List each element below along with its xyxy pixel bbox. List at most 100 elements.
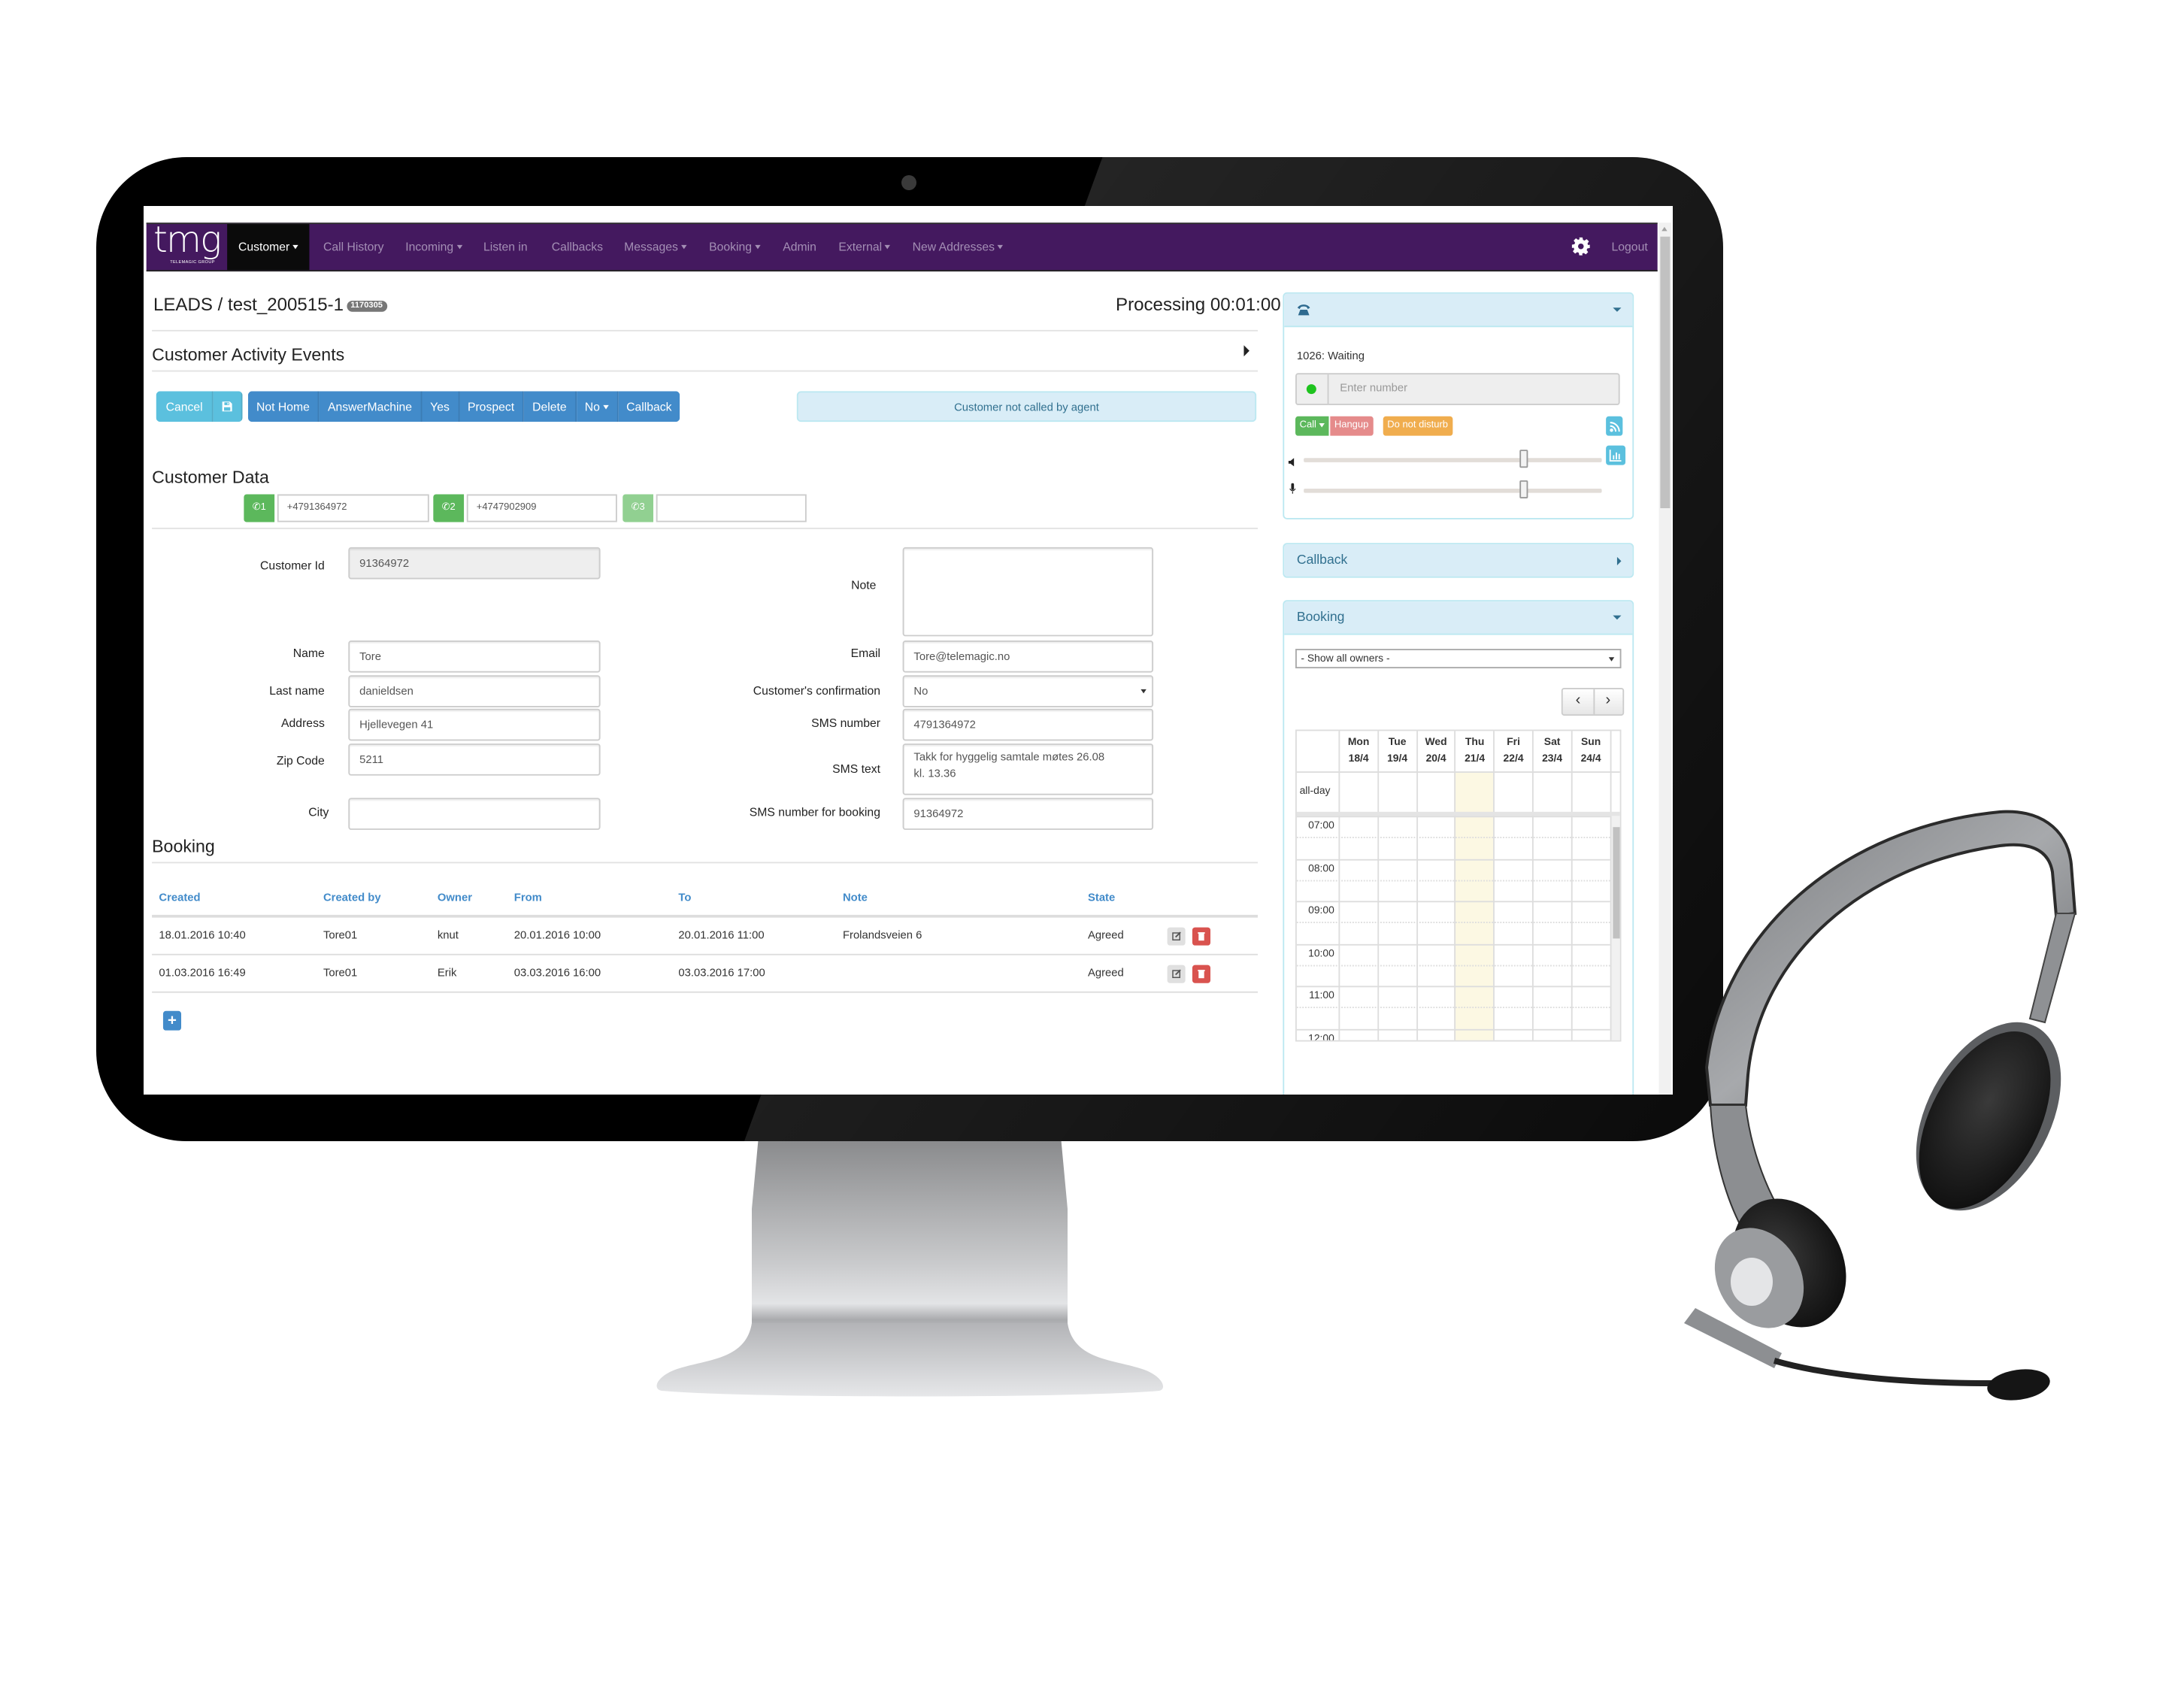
- expand-arrow-icon[interactable]: [1243, 345, 1250, 357]
- add-booking-button[interactable]: +: [162, 1010, 182, 1031]
- status-dot-icon: [1306, 384, 1316, 395]
- day-header[interactable]: Mon 18/4: [1338, 731, 1377, 772]
- call-phone-3-button[interactable]: ✆3: [622, 494, 654, 522]
- no-dropdown-button[interactable]: No: [576, 391, 619, 422]
- save-button[interactable]: [214, 391, 244, 422]
- nav-customer[interactable]: Customer: [227, 224, 310, 271]
- column-header-owner[interactable]: Owner: [438, 891, 472, 904]
- column-header-from[interactable]: From: [514, 891, 542, 904]
- monitor-stand-base: [656, 1323, 1164, 1397]
- column-header-state[interactable]: State: [1088, 891, 1115, 904]
- day-header[interactable]: Thu 21/4: [1454, 731, 1493, 772]
- collapse-caret-icon[interactable]: [1613, 307, 1622, 312]
- day-header[interactable]: Tue 19/4: [1377, 731, 1416, 772]
- address-field[interactable]: Hjellevegen 41: [348, 708, 601, 741]
- zip-code-label: Zip Code: [276, 753, 325, 768]
- do-not-disturb-button[interactable]: Do not disturb: [1383, 416, 1452, 436]
- day-date: 21/4: [1465, 752, 1486, 765]
- prospect-button[interactable]: Prospect: [459, 391, 525, 422]
- stats-button[interactable]: [1606, 445, 1626, 465]
- nav-admin[interactable]: Admin: [783, 224, 816, 270]
- last-name-field[interactable]: danieldsen: [348, 675, 601, 707]
- nav-listen-in[interactable]: Listen in: [483, 224, 528, 270]
- column-header-created[interactable]: Created: [159, 891, 200, 904]
- page-scrollbar-thumb[interactable]: [1660, 236, 1671, 508]
- call-phone-2-button[interactable]: ✆2: [433, 494, 465, 522]
- phone-3-input[interactable]: [656, 494, 807, 522]
- call-button[interactable]: Call: [1295, 416, 1329, 436]
- microphone-slider-handle[interactable]: [1519, 480, 1529, 499]
- expand-caret-icon[interactable]: [1616, 556, 1622, 565]
- nav-messages[interactable]: Messages: [624, 224, 687, 270]
- nav-call-history[interactable]: Call History: [323, 224, 383, 270]
- delete-booking-button[interactable]: [1192, 927, 1211, 946]
- sms-booking-number-field[interactable]: 91364972: [902, 798, 1154, 830]
- nav-new-addresses[interactable]: New Addresses: [913, 224, 1004, 270]
- note-textarea[interactable]: [902, 547, 1154, 637]
- day-header[interactable]: Sat 23/4: [1531, 731, 1571, 772]
- collapse-caret-icon[interactable]: [1613, 615, 1622, 620]
- header-border: [1296, 771, 1620, 773]
- not-home-button[interactable]: Not Home: [247, 391, 320, 422]
- column-header-to[interactable]: To: [678, 891, 691, 904]
- dial-number-input[interactable]: Enter number: [1340, 381, 1407, 394]
- prev-week-button[interactable]: ‹: [1563, 689, 1595, 715]
- day-header[interactable]: Wed 20/4: [1416, 731, 1454, 772]
- edit-icon: [1172, 931, 1181, 941]
- nav-booking[interactable]: Booking: [709, 224, 761, 270]
- softphone-panel-header[interactable]: [1284, 293, 1633, 328]
- day-header[interactable]: Sun 24/4: [1571, 731, 1609, 772]
- column-header-created-by[interactable]: Created by: [323, 891, 381, 904]
- time-label: 10:00: [1308, 946, 1334, 959]
- nav-callbacks[interactable]: Callbacks: [552, 224, 603, 270]
- callback-button[interactable]: Callback: [618, 391, 680, 422]
- owner-select[interactable]: - Show all owners -: [1295, 649, 1622, 669]
- sms-text-textarea[interactable]: Takk for hyggelig samtale møtes 26.08 kl…: [902, 743, 1154, 795]
- zip-code-field[interactable]: 5211: [348, 743, 601, 776]
- phone-2-input[interactable]: +4747902909: [466, 494, 617, 522]
- call-phone-1-button[interactable]: ✆1: [244, 494, 275, 522]
- caret-down-icon: [754, 245, 761, 250]
- volume-slider-handle[interactable]: [1519, 450, 1529, 468]
- calendar-scrollbar-thumb[interactable]: [1612, 827, 1620, 939]
- divider: [152, 370, 1259, 372]
- city-label: City: [308, 804, 329, 819]
- callback-panel-header[interactable]: Callback: [1284, 544, 1633, 577]
- column-header-note[interactable]: Note: [843, 891, 868, 904]
- yes-button[interactable]: Yes: [422, 391, 459, 422]
- caret-down-icon: [1319, 422, 1325, 427]
- delete-button[interactable]: Delete: [524, 391, 577, 422]
- day-header[interactable]: Fri 22/4: [1493, 731, 1531, 772]
- scroll-up-arrow-icon[interactable]: [1661, 226, 1668, 232]
- calendar-scrollbar[interactable]: [1610, 816, 1620, 1040]
- delete-booking-button[interactable]: [1192, 965, 1211, 983]
- hangup-button[interactable]: Hangup: [1330, 416, 1373, 436]
- owner-select-value: - Show all owners -: [1301, 651, 1390, 665]
- booking-panel-header[interactable]: Booking: [1284, 601, 1633, 635]
- nav-incoming[interactable]: Incoming: [405, 224, 462, 270]
- volume-slider[interactable]: [1304, 458, 1602, 462]
- sms-number-field[interactable]: 4791364972: [902, 708, 1154, 741]
- customer-id-field[interactable]: 91364972: [348, 547, 601, 580]
- logout-link[interactable]: Logout: [1612, 224, 1648, 270]
- answer-machine-button[interactable]: AnswerMachine: [319, 391, 423, 422]
- gear-icon[interactable]: [1571, 237, 1591, 256]
- page-scrollbar[interactable]: [1658, 223, 1672, 1095]
- cancel-button[interactable]: Cancel: [156, 391, 214, 422]
- row-divider: [152, 991, 1259, 993]
- email-field[interactable]: Tore@telemagic.no: [902, 640, 1154, 673]
- next-week-button[interactable]: ›: [1593, 689, 1622, 714]
- confirmation-select[interactable]: No: [902, 675, 1154, 707]
- edit-booking-button[interactable]: [1167, 927, 1186, 946]
- edit-booking-button[interactable]: [1167, 965, 1186, 983]
- phone-1-input[interactable]: +4791364972: [277, 494, 429, 522]
- nav-external[interactable]: External: [838, 224, 891, 270]
- day-date: 22/4: [1503, 752, 1524, 765]
- city-field[interactable]: [348, 798, 601, 830]
- rss-button[interactable]: [1606, 416, 1623, 436]
- call-label: Call: [1299, 420, 1316, 431]
- brand-logo[interactable]: tmg TELEMAGIC GROUP: [148, 220, 226, 270]
- chevron-left-icon: ‹: [1575, 692, 1581, 709]
- name-field[interactable]: Tore: [348, 640, 601, 673]
- microphone-slider[interactable]: [1304, 489, 1602, 492]
